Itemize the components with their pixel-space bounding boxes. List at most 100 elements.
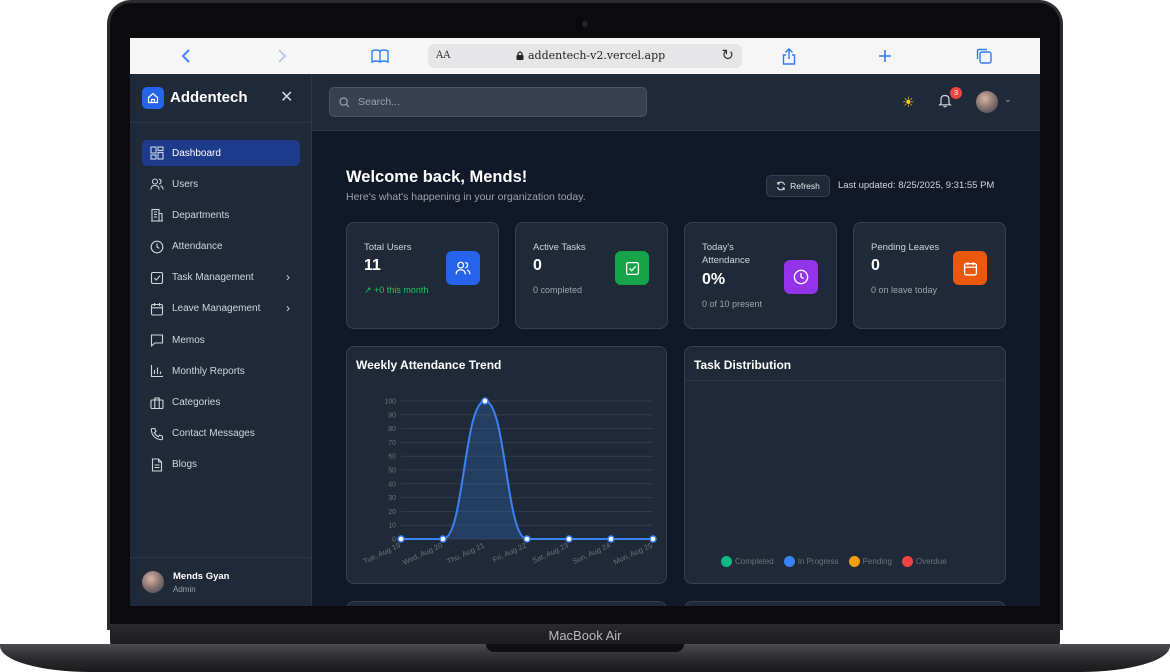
bookmarks-icon[interactable] xyxy=(369,45,391,67)
calendar-icon xyxy=(953,251,987,285)
sidebar-item-label: Monthly Reports xyxy=(172,365,245,377)
sidebar-item-blogs[interactable]: Blogs xyxy=(142,452,300,478)
home-logo-icon[interactable] xyxy=(142,87,164,109)
device-label: MacBook Air xyxy=(548,628,622,643)
sidebar-item-label: Departments xyxy=(172,209,230,221)
close-icon[interactable]: ✕ xyxy=(280,87,293,107)
refresh-label: Refresh xyxy=(790,181,820,191)
legend-label: Pending xyxy=(862,557,892,566)
search-icon xyxy=(339,97,350,108)
sidebar-nav: Dashboard Users Departments Attendance T… xyxy=(142,140,300,483)
share-icon[interactable] xyxy=(778,45,800,67)
task-legend: Completed In Progress Pending Overdue xyxy=(721,556,947,567)
y-tick-label: 70 xyxy=(388,440,396,447)
sidebar-item-label: Users xyxy=(172,178,199,190)
lock-icon xyxy=(516,51,524,60)
checkbox-icon xyxy=(615,251,649,285)
grid-icon xyxy=(150,146,164,160)
stat-sub-text: +0 this month xyxy=(374,285,429,295)
sidebar-item-leave-management[interactable]: Leave Management › xyxy=(142,296,300,322)
search-input[interactable]: Search... xyxy=(329,87,647,117)
last-updated: Last updated: 8/25/2025, 9:31:55 PM xyxy=(838,180,995,191)
card-title: Task Distribution xyxy=(694,358,792,372)
next-card-right xyxy=(684,601,1006,606)
sidebar-item-memos[interactable]: Memos xyxy=(142,327,300,353)
y-tick-label: 80 xyxy=(388,426,396,433)
sun-icon[interactable]: ☀ xyxy=(902,94,915,111)
forward-icon[interactable] xyxy=(271,45,293,67)
sidebar-item-departments[interactable]: Departments xyxy=(142,202,300,228)
sidebar-item-contact-messages[interactable]: Contact Messages xyxy=(142,421,300,447)
sidebar-item-label: Contact Messages xyxy=(172,428,255,440)
page-title: Welcome back, Mends! xyxy=(346,168,528,186)
sidebar-item-label: Categories xyxy=(172,397,221,408)
topbar: Search... ☀ 3 ⌄ xyxy=(312,74,1040,131)
sidebar-item-label: Leave Management xyxy=(172,303,261,315)
refresh-button[interactable]: Refresh xyxy=(766,175,830,197)
back-icon[interactable] xyxy=(175,45,197,67)
task-distribution-card: Task Distribution Completed In Progress … xyxy=(684,346,1006,584)
sidebar-item-categories[interactable]: Categories xyxy=(142,390,300,416)
page-subtitle: Here's what's happening in your organiza… xyxy=(346,191,586,203)
sidebar-item-task-management[interactable]: Task Management › xyxy=(142,265,300,291)
url-bar[interactable]: AA addentech-v2.vercel.app ↻ xyxy=(428,44,742,68)
trend-up-icon: ↗ xyxy=(364,285,375,295)
browser-toolbar: AA addentech-v2.vercel.app ↻ xyxy=(130,38,1040,74)
chevron-right-icon: › xyxy=(286,269,290,284)
users-icon xyxy=(446,251,480,285)
calendar-icon xyxy=(150,302,164,316)
tabs-icon[interactable] xyxy=(973,45,995,67)
building-icon xyxy=(151,209,163,222)
legend-item-completed[interactable]: Completed xyxy=(721,556,774,567)
x-tick-label: Sat, Aug 23 xyxy=(531,541,570,566)
refresh-icon xyxy=(777,181,786,191)
reload-icon[interactable]: ↻ xyxy=(721,46,734,64)
legend-item-overdue[interactable]: Overdue xyxy=(901,556,947,567)
x-tick-label: Sun, Aug 24 xyxy=(571,541,612,566)
stat-value: 0 xyxy=(871,257,880,274)
user-name: Mends Gyan xyxy=(173,571,230,582)
sidebar: Addentech ✕ Dashboard Users Departments xyxy=(130,74,312,606)
stat-sub: ↗ +0 this month xyxy=(364,285,428,296)
y-tick-label: 60 xyxy=(388,454,396,461)
sidebar-item-label: Attendance xyxy=(172,241,223,253)
stat-sub: 0 of 10 present xyxy=(702,299,763,309)
sidebar-item-dashboard[interactable]: Dashboard xyxy=(142,140,300,166)
clock-icon xyxy=(784,260,818,294)
data-point xyxy=(649,535,657,543)
sidebar-item-monthly-reports[interactable]: Monthly Reports xyxy=(142,358,300,384)
stat-label: Total Users xyxy=(364,242,412,253)
search-placeholder: Search... xyxy=(358,96,401,108)
main-content: Welcome back, Mends! Here's what's happe… xyxy=(312,131,1040,606)
legend-item-in-progress[interactable]: In Progress xyxy=(783,556,839,567)
legend-label: Completed xyxy=(735,557,774,566)
sidebar-item-label: Task Management xyxy=(172,272,254,284)
sidebar-item-users[interactable]: Users xyxy=(142,171,300,197)
chevron-right-icon: › xyxy=(286,300,290,315)
stat-sub: 0 on leave today xyxy=(871,285,938,295)
laptop-base: MacBook Air xyxy=(0,624,1170,672)
next-card-left xyxy=(346,601,667,606)
laptop-hinge: MacBook Air xyxy=(110,624,1060,646)
stat-label: Active Tasks xyxy=(533,242,586,253)
users-icon xyxy=(150,178,164,190)
chevron-down-icon[interactable]: ⌄ xyxy=(1004,94,1012,105)
stat-card-attendance: Today's Attendance 0% 0 of 10 present xyxy=(684,222,837,329)
avatar[interactable] xyxy=(976,91,998,113)
y-tick-label: 20 xyxy=(388,509,396,516)
data-point xyxy=(397,535,405,543)
y-tick-label: 90 xyxy=(388,412,396,419)
y-tick-label: 40 xyxy=(388,481,396,488)
stat-card-total-users: Total Users 11 ↗ +0 this month xyxy=(346,222,499,329)
sidebar-item-label: Dashboard xyxy=(172,147,221,159)
reader-aa[interactable]: AA xyxy=(436,50,450,61)
stat-value: 0% xyxy=(702,271,726,288)
brand-name[interactable]: Addentech xyxy=(170,89,248,106)
new-tab-icon[interactable] xyxy=(874,45,896,67)
sidebar-user[interactable]: Mends Gyan Admin xyxy=(130,557,312,606)
stat-label: Today's Attendance xyxy=(702,242,751,266)
stat-value: 0 xyxy=(533,257,542,274)
data-point xyxy=(607,535,615,543)
legend-item-pending[interactable]: Pending xyxy=(848,556,892,567)
sidebar-item-attendance[interactable]: Attendance xyxy=(142,234,300,260)
